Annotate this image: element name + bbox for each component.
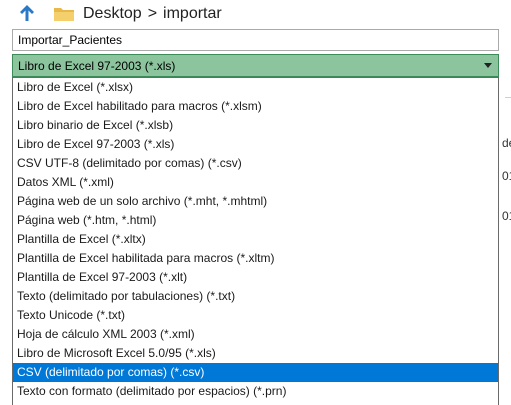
file-type-selected: Libro de Excel 97-2003 (*.xls): [18, 59, 176, 73]
file-type-option[interactable]: Libro de Excel (*.xlsx): [13, 78, 498, 97]
file-type-option[interactable]: Datos XML (*.xml): [13, 173, 498, 192]
file-type-option[interactable]: Libro de Microsoft Excel 5.0/95 (*.xls): [13, 344, 498, 363]
background-text-fragment: 018: [502, 169, 511, 183]
save-as-dialog: Desktop > importar Importar_Pacientes Libr…: [0, 0, 511, 405]
breadcrumb-importar[interactable]: importar: [163, 3, 222, 25]
background-text-fragment: de: [502, 136, 511, 150]
file-type-option[interactable]: Texto (delimitado por tabulaciones) (*.t…: [13, 287, 498, 306]
file-type-option[interactable]: Texto Unicode (*.txt): [13, 306, 498, 325]
file-name-input[interactable]: Importar_Pacientes: [12, 29, 499, 51]
file-type-option-highlighted[interactable]: CSV (delimitado por comas) (*.csv): [13, 363, 498, 382]
file-type-option[interactable]: Página web de un solo archivo (*.mht, *.…: [13, 192, 498, 211]
file-type-option[interactable]: CSV UTF-8 (delimitado por comas) (*.csv): [13, 154, 498, 173]
file-type-option[interactable]: Libro de Excel 97-2003 (*.xls): [13, 135, 498, 154]
file-type-dropdown-list: Libro de Excel (*.xlsx) Libro de Excel h…: [12, 77, 499, 405]
file-type-option[interactable]: Plantilla de Excel (*.xltx): [13, 230, 498, 249]
breadcrumb: Desktop > importar: [83, 3, 222, 25]
file-type-option[interactable]: Libro binario de Excel (*.xlsb): [13, 116, 498, 135]
file-type-option[interactable]: Hoja de cálculo XML 2003 (*.xml): [13, 325, 498, 344]
file-type-option[interactable]: Plantilla de Excel habilitada para macro…: [13, 249, 498, 268]
chevron-down-icon[interactable]: [484, 63, 492, 68]
location-bar: Desktop > importar: [0, 0, 511, 28]
up-arrow-icon[interactable]: [17, 3, 37, 23]
breadcrumb-desktop[interactable]: Desktop: [83, 3, 142, 25]
background-text-fragment: 018: [502, 209, 511, 223]
breadcrumb-separator: >: [147, 5, 158, 22]
file-type-option[interactable]: Texto con formato (delimitado por espaci…: [13, 382, 498, 401]
folder-icon: [54, 8, 74, 21]
file-type-option[interactable]: Página web (*.htm, *.html): [13, 211, 498, 230]
file-type-select[interactable]: Libro de Excel 97-2003 (*.xls): [12, 54, 499, 77]
file-type-option[interactable]: Libro de Excel habilitado para macros (*…: [13, 97, 498, 116]
background-divider: [505, 97, 511, 98]
file-type-option[interactable]: Plantilla de Excel 97-2003 (*.xlt): [13, 268, 498, 287]
